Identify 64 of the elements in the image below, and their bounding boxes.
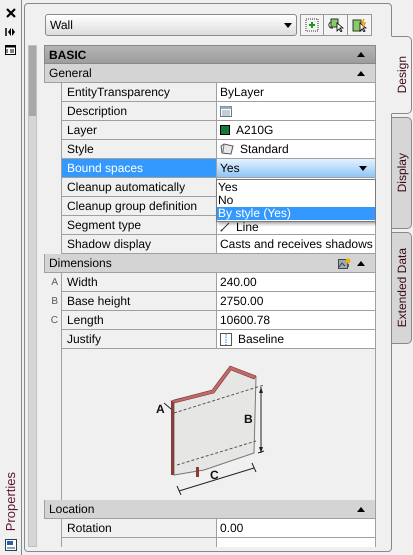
lightning-cursor-icon xyxy=(352,18,368,32)
collapse-icon[interactable] xyxy=(357,70,365,76)
property-label[interactable]: Shadow display xyxy=(61,235,216,254)
add-to-selection-button[interactable] xyxy=(300,14,324,36)
property-value[interactable]: Standard xyxy=(216,140,376,159)
dropdown-field[interactable]: Yes xyxy=(216,159,376,178)
property-label[interactable]: Layer xyxy=(61,121,216,140)
category-header[interactable]: BASIC xyxy=(44,45,376,64)
wall-style-icon xyxy=(220,143,234,155)
layer-color-swatch xyxy=(220,125,230,135)
properties-menu-icon[interactable] xyxy=(5,45,16,55)
property-label[interactable]: Justify xyxy=(61,330,216,349)
property-value[interactable]: ByLayer xyxy=(216,83,376,102)
diagram-label: A xyxy=(156,402,164,416)
quick-select-button[interactable] xyxy=(348,14,372,36)
property-label[interactable]: EntityTransparency xyxy=(61,83,216,102)
diagram-label: B xyxy=(244,412,252,426)
section-header[interactable]: Dimensions xyxy=(44,254,376,273)
collapse-icon[interactable] xyxy=(357,260,365,266)
collapse-icon[interactable] xyxy=(357,52,365,57)
description-icon[interactable] xyxy=(220,106,232,116)
property-value[interactable]: 2750.00 xyxy=(216,292,376,311)
property-label[interactable]: Length xyxy=(61,311,216,330)
property-value[interactable]: A210G xyxy=(216,121,376,140)
property-value[interactable]: 0.00 xyxy=(216,519,376,538)
palette-title: Properties xyxy=(2,472,19,531)
object-type-dropdown[interactable]: Wall xyxy=(45,14,297,36)
add-selection-icon xyxy=(305,18,319,32)
section-header[interactable]: Location xyxy=(44,500,376,519)
property-value[interactable]: Baseline xyxy=(216,330,376,349)
palette-icon[interactable] xyxy=(4,539,16,551)
property-label[interactable]: Width xyxy=(61,273,216,292)
property-label[interactable]: Cleanup group definition xyxy=(61,197,216,216)
property-label[interactable]: Cleanup automatically xyxy=(61,178,216,197)
property-label[interactable]: Description xyxy=(61,102,216,121)
property-value[interactable]: 240.00 xyxy=(216,273,376,292)
close-icon[interactable] xyxy=(6,8,16,18)
dimension-marker: C xyxy=(50,314,58,328)
justify-icon xyxy=(220,332,232,346)
property-label[interactable]: Base height xyxy=(61,292,216,311)
scrollbar[interactable] xyxy=(28,45,37,547)
expand-icon[interactable] xyxy=(284,22,292,28)
select-objects-button[interactable] xyxy=(324,14,348,36)
property-value[interactable]: Casts and receives shadows xyxy=(216,235,376,254)
dropdown-option[interactable]: No xyxy=(217,194,375,207)
select-cursor-icon xyxy=(328,18,344,32)
property-value[interactable]: 10600.78 xyxy=(216,311,376,330)
side-tab[interactable]: Extended Data xyxy=(391,232,412,344)
side-tab[interactable]: Design xyxy=(391,36,412,114)
section-header[interactable]: General xyxy=(44,64,376,83)
expand-icon[interactable] xyxy=(359,166,367,170)
dimension-marker: B xyxy=(51,295,58,309)
property-label[interactable]: Rotation xyxy=(61,519,216,538)
property-value[interactable] xyxy=(216,102,376,121)
property-label[interactable]: Segment type xyxy=(61,216,216,235)
scrollbar-thumb[interactable] xyxy=(29,46,36,116)
property-label[interactable]: Style xyxy=(61,140,216,159)
side-tab[interactable]: Display xyxy=(391,117,412,229)
line-segment-icon xyxy=(220,222,230,232)
auto-hide-icon[interactable] xyxy=(4,28,16,36)
collapse-icon[interactable] xyxy=(357,506,365,512)
image-toggle-icon[interactable] xyxy=(338,256,351,270)
dimension-marker: A xyxy=(51,276,58,290)
diagram-label: C xyxy=(210,468,218,482)
